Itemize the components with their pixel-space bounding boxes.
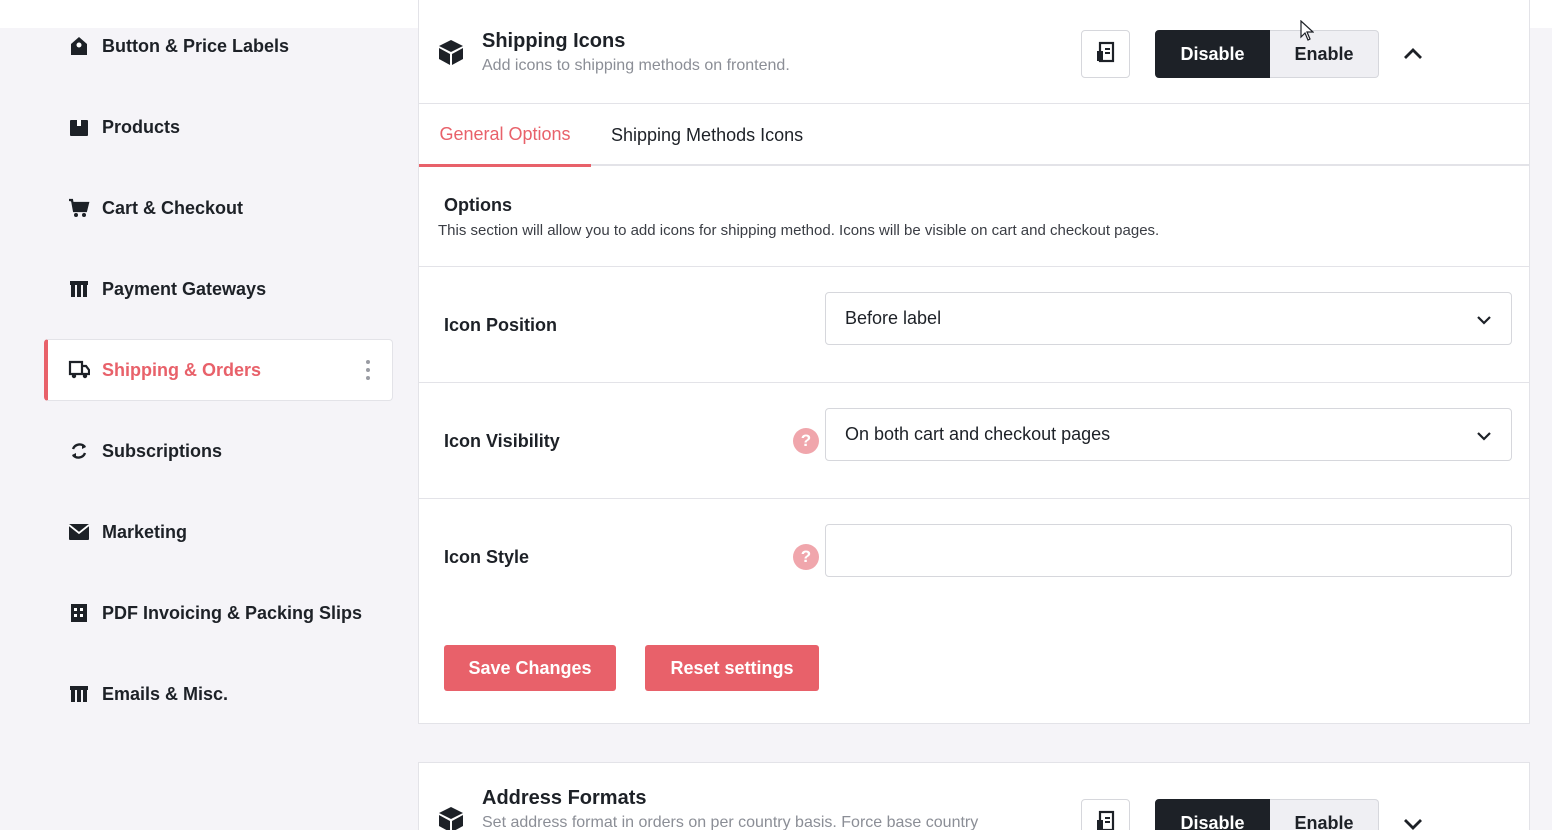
- sidebar-item-label: Button & Price Labels: [102, 35, 290, 56]
- save-changes-button[interactable]: Save Changes: [444, 645, 616, 691]
- module-description: Add icons to shipping methods on fronten…: [482, 57, 790, 74]
- options-description: This section will allow you to add icons…: [438, 222, 1160, 239]
- icon-visibility-value: On both cart and checkout pages: [845, 424, 1111, 444]
- module-header: Shipping Icons Add icons to shipping met…: [419, 28, 1529, 104]
- sidebar-item-products[interactable]: Products: [44, 96, 393, 158]
- options-title: Options: [444, 195, 512, 215]
- cart-icon: [68, 197, 90, 219]
- gateway-icon: [68, 278, 90, 300]
- shipping-icons-panel: Shipping Icons Add icons to shipping met…: [418, 0, 1530, 724]
- enable-button[interactable]: Enable: [1270, 30, 1379, 78]
- sidebar-item-label: Emails & Misc.: [102, 683, 229, 704]
- sidebar-item-label: Marketing: [102, 521, 188, 542]
- sidebar-item-label: PDF Invoicing & Packing Slips: [102, 602, 363, 623]
- sidebar-item-pdf-invoicing[interactable]: PDF Invoicing & Packing Slips: [44, 582, 393, 644]
- sidebar-item-emails-misc[interactable]: Emails & Misc.: [44, 663, 393, 725]
- options-section: Options This section will allow you to a…: [419, 166, 1529, 267]
- sidebar-item-subscriptions[interactable]: Subscriptions: [44, 420, 393, 482]
- icon-position-select[interactable]: Before label: [825, 292, 1512, 345]
- box-icon: [68, 116, 90, 138]
- icon-position-label: Icon Position: [444, 315, 558, 335]
- icon-visibility-select[interactable]: On both cart and checkout pages: [825, 408, 1512, 461]
- module-toggle: Disable Enable: [1155, 799, 1379, 830]
- label-icon: [68, 35, 90, 57]
- documentation-button[interactable]: [1081, 799, 1130, 830]
- disable-button[interactable]: Disable: [1155, 30, 1270, 78]
- sidebar-item-label: Subscriptions: [102, 440, 223, 461]
- chevron-down-icon[interactable]: [1401, 812, 1425, 830]
- icon-visibility-label: Icon Visibility: [444, 431, 560, 451]
- documentation-button[interactable]: [1081, 30, 1130, 78]
- tab-shipping-methods-icons[interactable]: Shipping Methods Icons: [611, 104, 803, 166]
- module-title: Shipping Icons: [482, 30, 626, 52]
- icon-style-label: Icon Style: [444, 547, 530, 567]
- icon-position-row: Icon Position Before label: [419, 267, 1529, 383]
- sidebar-item-payment-gateways[interactable]: Payment Gateways: [44, 258, 393, 320]
- invoice-icon: [68, 602, 90, 624]
- document-icon: [1095, 41, 1117, 68]
- icon-visibility-row: Icon Visibility ? On both cart and check…: [419, 383, 1529, 499]
- document-icon: [1095, 810, 1117, 830]
- cube-icon: [437, 805, 465, 830]
- sidebar-item-label: Shipping & Orders: [102, 359, 262, 380]
- refresh-icon: [68, 440, 90, 462]
- truck-icon: [68, 359, 90, 381]
- sidebar-item-shipping-orders[interactable]: Shipping & Orders: [44, 339, 393, 401]
- chevron-down-icon: [1475, 311, 1493, 329]
- chevron-down-icon: [1475, 427, 1493, 445]
- gateway-icon: [68, 683, 90, 705]
- envelope-icon: [68, 521, 90, 543]
- tab-bar: General Options Shipping Methods Icons: [419, 104, 1529, 167]
- more-options-icon[interactable]: [366, 360, 370, 380]
- module-toggle: Disable Enable: [1155, 30, 1379, 78]
- enable-button[interactable]: Enable: [1270, 799, 1379, 830]
- cube-icon: [437, 38, 465, 66]
- reset-settings-button[interactable]: Reset settings: [645, 645, 819, 691]
- icon-style-field[interactable]: [825, 524, 1512, 577]
- address-formats-panel: Address Formats Set address format in or…: [418, 762, 1530, 830]
- icon-position-value: Before label: [845, 308, 942, 328]
- disable-button[interactable]: Disable: [1155, 799, 1270, 830]
- module-title: Address Formats: [482, 787, 647, 809]
- help-icon[interactable]: ?: [793, 428, 819, 454]
- sidebar-item-cart-checkout[interactable]: Cart & Checkout: [44, 177, 393, 239]
- help-icon[interactable]: ?: [793, 544, 819, 570]
- sidebar-item-label: Payment Gateways: [102, 278, 267, 299]
- sidebar-item-label: Products: [102, 116, 181, 137]
- tab-general-options[interactable]: General Options: [419, 104, 591, 167]
- sidebar-item-button-price-labels[interactable]: Button & Price Labels: [44, 15, 393, 77]
- mouse-cursor-icon: [1300, 19, 1315, 47]
- sidebar-item-label: Cart & Checkout: [102, 197, 244, 218]
- module-description: Set address format in orders on per coun…: [482, 814, 979, 830]
- sidebar-item-marketing[interactable]: Marketing: [44, 501, 393, 563]
- icon-style-row: Icon Style ?: [419, 499, 1529, 615]
- chevron-up-icon[interactable]: [1401, 42, 1425, 66]
